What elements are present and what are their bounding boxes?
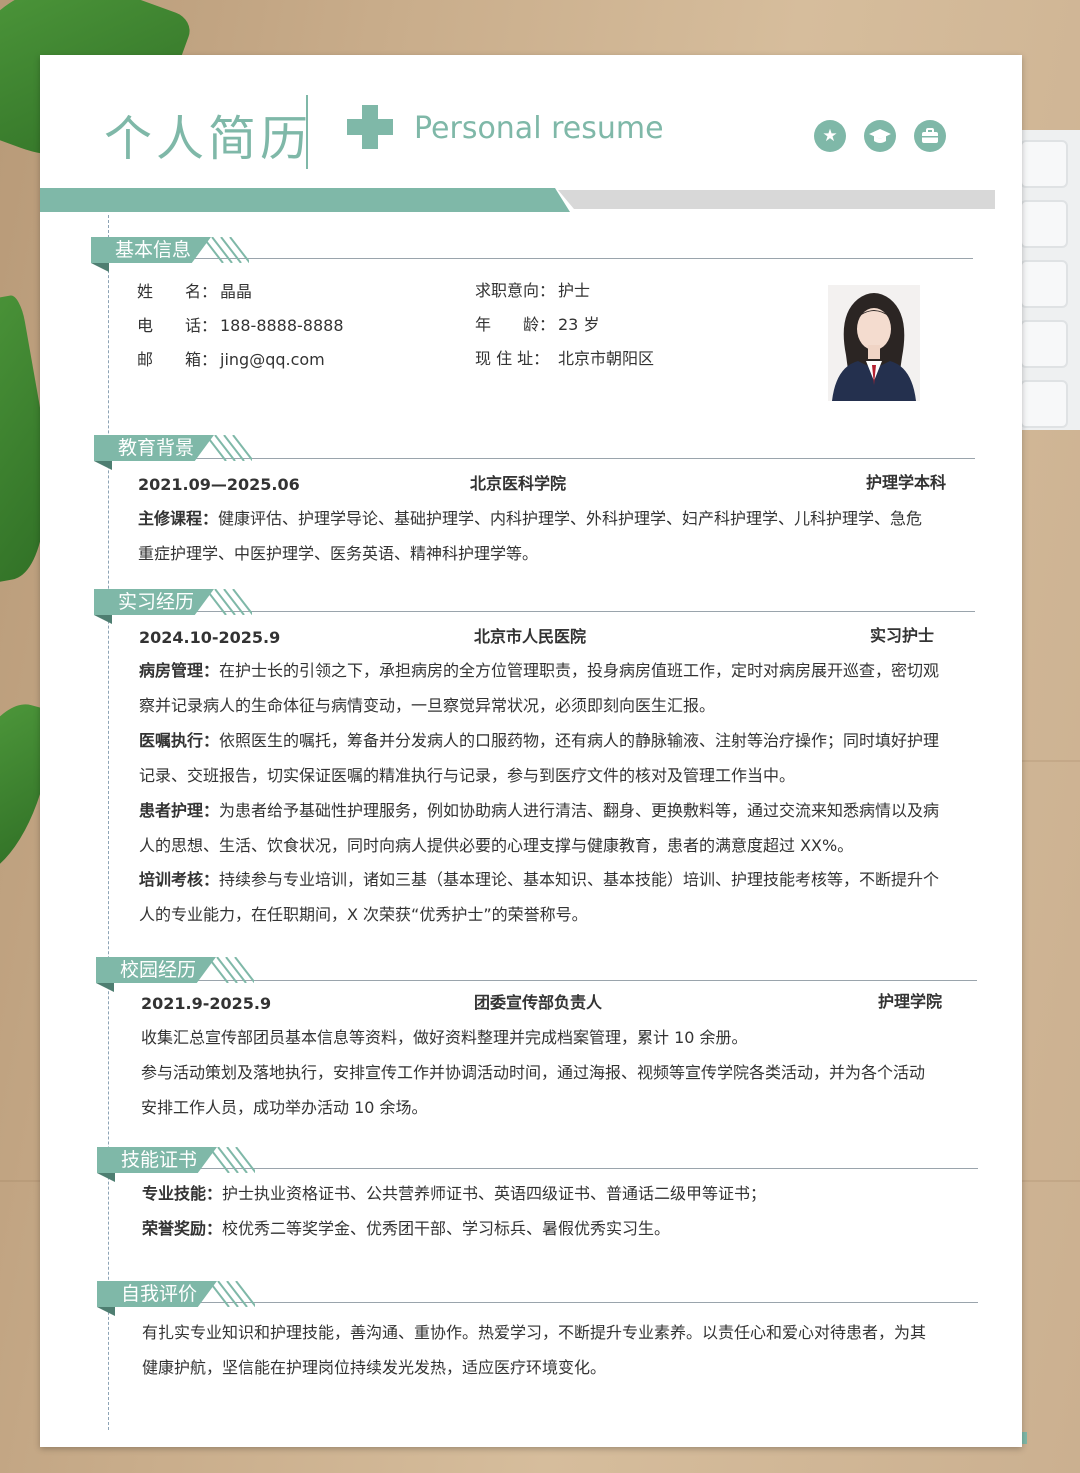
heading-fold [94,461,112,470]
heading-fold [97,1307,115,1316]
section-rule [170,258,973,259]
duty-line: 培训考核：持续参与专业培训，诸如三基（基本理论、基本知识、基本技能）培训、护理技… [139,870,940,889]
campus-role: 团委宣传部负责人 [474,993,603,1012]
intent-value: 护士 [558,281,591,300]
heading-stripes [203,237,249,263]
timeline-dashed-line [108,215,109,1430]
medical-cross-icon [347,119,393,135]
campus-period: 2021.9-2025.9 [141,994,272,1013]
header-band [40,188,570,212]
page-title: 个人简历 [104,111,313,167]
internship-period: 2024.10-2025.9 [139,628,281,647]
section-heading-internship: 实习经历 [94,589,214,615]
duty-line: 患者护理：为患者给予基础性护理服务，例如协助病人进行清洁、翻身、更换敷料等，通过… [139,801,940,820]
heading-stripes [206,589,252,615]
section-rule [174,980,977,981]
intent-label: 求职意向： [475,281,556,300]
phone-value: 188-8888-8888 [220,316,344,335]
graduation-cap-icon [864,120,896,152]
name-label: 姓 名： [137,282,218,301]
awards-line: 荣誉奖励：校优秀二等奖学金、优秀团干部、学习标兵、暑假优秀实习生。 [142,1219,671,1238]
internship-role: 实习护士 [870,626,935,645]
heading-fold [96,983,114,992]
campus-org: 护理学院 [878,992,943,1011]
heading-stripes [208,957,254,983]
star-icon: ★ [814,120,846,152]
section-heading-education: 教育背景 [94,435,214,461]
campus-line: 收集汇总宣传部团员基本信息等资料，做好资料整理并完成档案管理，累计 10 余册。 [141,1028,748,1047]
duty-line: 记录、交班报告，切实保证医嘱的精准执行与记录，参与到医疗文件的核对及管理工作当中… [139,766,796,785]
heading-fold [97,1173,115,1182]
profile-photo [828,285,920,401]
phone-label: 电 话： [137,316,218,335]
address-label: 现 住 址： [475,349,550,368]
self-line: 有扎实专业知识和护理技能，善沟通、重协作。热爱学习，不断提升专业素养。以责任心和… [142,1323,927,1342]
name-value: 晶晶 [220,282,253,301]
age-label: 年 龄： [475,315,556,334]
campus-line: 参与活动策划及落地执行，安排宣传工作并协调活动时间，通过海报、视频等宣传学院各类… [141,1063,926,1082]
heading-fold [91,263,109,272]
education-school: 北京医科学院 [470,474,567,493]
header-band-gray [558,190,995,209]
section-rule [175,1302,978,1303]
internship-org: 北京市人民医院 [474,627,587,646]
courses-line: 主修课程：健康评估、护理学导论、基础护理学、内科护理学、外科护理学、妇产科护理学… [138,509,923,528]
heading-stripes [209,1281,255,1307]
briefcase-icon [914,120,946,152]
age-value: 23 岁 [558,315,600,334]
resume-page: 个人简历 Personal resume ★ 基本信息 姓 名： 晶晶 电 话：… [40,55,1022,1447]
duty-line: 医嘱执行：依照医生的嘱托，筹备并分发病人的口服药物，还有病人的静脉输液、注射等治… [139,731,940,750]
duty-line: 病房管理：在护士长的引领之下，承担病房的全方位管理职责，投身病房值班工作，定时对… [139,661,940,680]
section-heading-self: 自我评价 [97,1281,217,1307]
section-heading-campus: 校园经历 [96,957,216,983]
education-period: 2021.09—2025.06 [138,475,300,494]
self-line: 健康护航，坚信能在护理岗位持续发光发热，适应医疗环境变化。 [142,1358,607,1377]
title-divider [306,95,308,169]
courses-line: 重症护理学、中医护理学、医务英语、精神科护理学等。 [138,544,539,563]
email-value: jing@qq.com [220,350,325,369]
section-heading-skills: 技能证书 [97,1147,217,1173]
address-value: 北京市朝阳区 [558,349,655,368]
heading-stripes [209,1147,255,1173]
duty-line: 人的思想、生活、饮食状况，同时向病人提供必要的心理支撑与健康教育，患者的满意度超… [139,836,854,855]
email-label: 邮 箱： [137,350,218,369]
heading-fold [94,615,112,624]
duty-line: 察并记录病人的生命体征与病情变动，一旦察觉异常状况，必须即刻向医生汇报。 [139,696,716,715]
duty-line: 人的专业能力，在任职期间，X 次荣获“优秀护士”的荣誉称号。 [139,905,588,924]
page-subtitle: Personal resume [414,111,664,146]
skills-line: 专业技能：护士执业资格证书、公共营养师证书、英语四级证书、普通话二级甲等证书； [142,1184,767,1203]
section-rule [172,458,975,459]
section-heading-basic: 基本信息 [91,237,211,263]
campus-line: 安排工作人员，成功举办活动 10 余场。 [141,1098,428,1117]
education-degree: 护理学本科 [866,473,947,492]
section-rule [172,611,975,612]
section-rule [175,1168,978,1169]
heading-stripes [206,435,252,461]
